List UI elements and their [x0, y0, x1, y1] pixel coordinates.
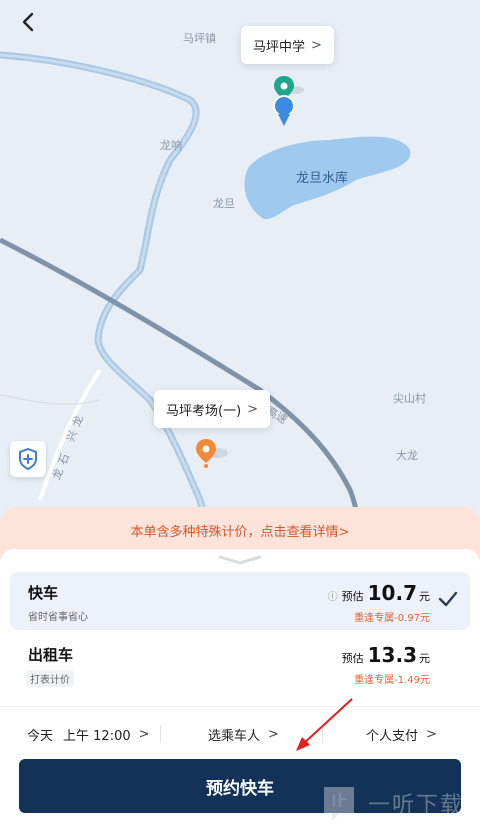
banner-text: 本单含多种特殊计价，点击查看详情>: [130, 525, 350, 540]
option-price: 预估 13.3 元: [342, 643, 430, 667]
price-value: 13.3: [367, 643, 417, 667]
chevron-left-icon: [22, 12, 34, 32]
option-subtitle: 打表计价: [26, 670, 74, 687]
option-discount: 重逢专属-1.49元: [354, 675, 430, 686]
ride-option-express[interactable]: 快车 省时省事省心 ⓘ 预估 10.7 元 重逢专属-0.97元: [10, 572, 470, 630]
sheet-handle-icon[interactable]: [218, 554, 262, 566]
estimate-label: 预估: [341, 590, 364, 603]
chevron-right-icon: >: [247, 401, 259, 417]
watermark: 一听下载: [318, 783, 464, 823]
price-unit: 元: [419, 590, 430, 603]
shield-plus-icon: [19, 448, 37, 470]
origin-callout[interactable]: 马坪中学 >: [241, 26, 334, 64]
map-label-lake: 龙旦水库: [296, 171, 349, 186]
watermark-text: 一听下载: [368, 793, 465, 818]
option-price: ⓘ 预估 10.7 元: [328, 581, 430, 605]
ride-option-taxi[interactable]: 出租车 打表计价 预估 13.3 元 重逢专属-1.49元: [10, 634, 470, 692]
map-label-longdan: 龙旦: [213, 197, 235, 210]
divider: [0, 706, 480, 707]
time-value: 上午 12:00: [63, 728, 131, 744]
option-title: 出租车: [28, 646, 74, 664]
back-button[interactable]: [14, 8, 42, 36]
map-roads: [0, 51, 411, 560]
price-value: 10.7: [367, 581, 417, 605]
option-title: 快车: [28, 584, 59, 602]
option-subtitle: 省时省事省心: [28, 612, 88, 623]
destination-callout-label: 马坪考场(一): [166, 403, 242, 419]
rider-label: 选乘车人: [208, 728, 261, 744]
payment-selector[interactable]: 个人支付 >: [366, 722, 437, 746]
annotation-arrow-icon: [296, 698, 353, 751]
map-label-jianshancun: 尖山村: [393, 392, 426, 405]
payment-label: 个人支付: [366, 728, 419, 744]
origin-callout-label: 马坪中学: [253, 39, 306, 55]
destination-pin-icon: [196, 439, 228, 468]
origin-pin-icon: [273, 76, 304, 126]
map-view[interactable]: 马坪镇 龙响 龙旦 龙旦水库 尖山村 大龙 永高速 龙 兴 石 龙 马坪中学 >…: [0, 0, 480, 560]
check-icon: [438, 591, 458, 607]
map-label-dalong: 大龙: [396, 449, 418, 462]
option-discount: 重逢专属-0.97元: [354, 613, 430, 624]
safety-shield-button[interactable]: [10, 441, 46, 477]
map-label-longxiang: 龙响: [160, 139, 182, 152]
watermark-logo-icon: [324, 787, 354, 821]
separator: [160, 725, 161, 743]
chevron-right-icon: >: [426, 726, 437, 742]
time-selector[interactable]: 今天 上午 12:00 >: [27, 722, 150, 746]
map-label-mapingzhen: 马坪镇: [183, 32, 216, 45]
chevron-right-icon: >: [138, 726, 150, 742]
chevron-right-icon: >: [311, 37, 322, 53]
info-icon[interactable]: ⓘ: [328, 588, 338, 603]
estimate-label: 预估: [341, 652, 364, 665]
chevron-right-icon: >: [268, 726, 279, 742]
price-unit: 元: [419, 652, 430, 665]
rider-selector[interactable]: 选乘车人 >: [208, 722, 279, 746]
road-north: [0, 51, 216, 560]
time-day: 今天: [27, 728, 54, 744]
destination-callout[interactable]: 马坪考场(一) >: [154, 390, 271, 428]
